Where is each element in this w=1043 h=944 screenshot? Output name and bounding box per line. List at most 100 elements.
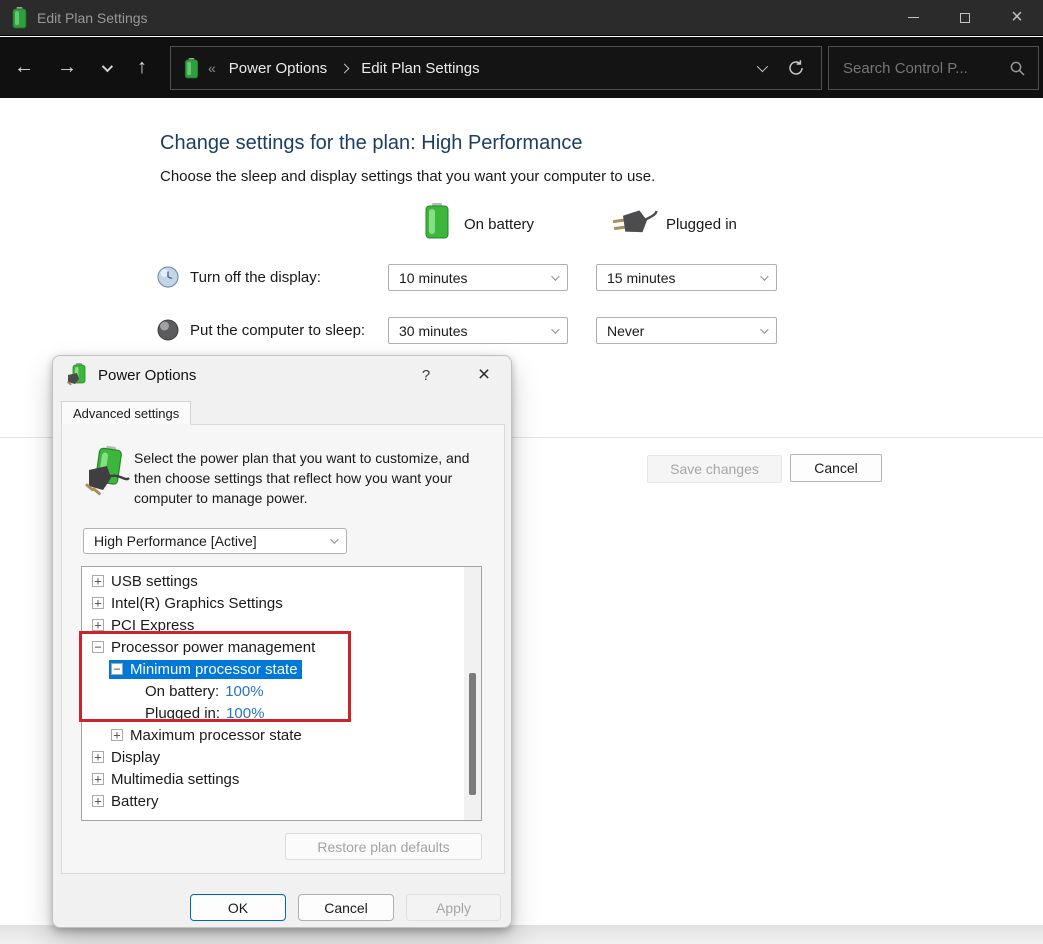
tree-item-label: USB settings xyxy=(111,573,198,590)
minimize-icon xyxy=(908,17,919,18)
sleep-label: Put the computer to sleep: xyxy=(190,322,365,339)
page-title: Change settings for the plan: High Perfo… xyxy=(160,132,582,155)
on-battery-icon xyxy=(425,203,449,239)
recent-locations-button[interactable] xyxy=(94,37,118,98)
tree-item-label: Maximum processor state xyxy=(130,727,302,744)
display-plugged-in-value: 15 minutes xyxy=(607,270,675,286)
breadcrumb-edit-plan-settings[interactable]: Edit Plan Settings xyxy=(361,60,479,77)
plugged-in-icon xyxy=(611,205,660,239)
settings-tree[interactable]: + USB settings +Intel(R) Graphics Settings… xyxy=(81,566,482,821)
tree-item[interactable]: On battery: 100% xyxy=(82,680,481,702)
breadcrumb-separator-icon xyxy=(340,63,350,73)
maximize-button[interactable] xyxy=(939,0,991,35)
tab-advanced-settings[interactable]: Advanced settings xyxy=(61,401,191,425)
ok-button[interactable]: OK xyxy=(190,894,286,921)
tree-item[interactable]: −Minimum processor state xyxy=(82,658,481,680)
chevron-down-icon xyxy=(757,61,768,72)
back-button[interactable]: ← xyxy=(10,37,38,98)
up-icon: ↑ xyxy=(137,56,147,79)
tree-item[interactable]: + Display xyxy=(82,746,481,768)
tree-item[interactable]: + Maximum processor state xyxy=(82,724,481,746)
save-changes-button[interactable]: Save changes xyxy=(647,455,782,483)
up-button[interactable]: ↑ xyxy=(128,37,156,98)
expand-icon[interactable]: + xyxy=(92,575,104,587)
tree-item-value[interactable]: 100% xyxy=(226,705,264,722)
close-icon: × xyxy=(1011,7,1023,27)
tree-item-label: Battery xyxy=(111,793,159,810)
sleep-plugged-in-value: Never xyxy=(607,323,644,339)
battery-icon xyxy=(184,58,199,79)
help-button[interactable]: ? xyxy=(411,356,441,394)
display-icon xyxy=(156,265,180,289)
expand-icon[interactable]: + xyxy=(92,619,104,631)
sleep-on-battery-value: 30 minutes xyxy=(399,323,467,339)
close-button[interactable]: × xyxy=(991,0,1043,35)
tree-item-label: Display xyxy=(111,749,160,766)
dialog-close-button[interactable]: × xyxy=(467,356,501,394)
display-plugged-in-select[interactable]: 15 minutes xyxy=(596,264,777,291)
apply-button[interactable]: Apply xyxy=(406,894,501,921)
tree-item-value[interactable]: 100% xyxy=(225,683,263,700)
address-bar[interactable]: « Power Options Edit Plan Settings xyxy=(170,46,822,90)
breadcrumb-power-options[interactable]: Power Options xyxy=(229,60,327,77)
sleep-icon xyxy=(156,318,180,342)
power-plan-select[interactable]: High Performance [Active] xyxy=(83,528,347,554)
tree-item[interactable]: +Intel(R) Graphics Settings xyxy=(82,592,481,614)
plugged-in-column-header: Plugged in xyxy=(666,216,737,233)
power-options-dialog: Power Options ? × Advanced settings Sele… xyxy=(52,355,512,928)
tree-scrollbar[interactable] xyxy=(464,567,481,820)
battery-icon xyxy=(12,7,27,29)
chevron-down-icon xyxy=(760,272,768,280)
tree-item-label: On battery: xyxy=(145,683,219,700)
chevron-down-icon xyxy=(102,60,113,71)
expand-icon[interactable]: + xyxy=(92,751,104,763)
power-options-icon xyxy=(67,363,89,387)
tree-item[interactable]: + Multimedia settings xyxy=(82,768,481,790)
tree-item[interactable]: Plugged in:100% xyxy=(82,702,481,724)
refresh-button[interactable] xyxy=(787,59,805,77)
chevron-down-icon xyxy=(760,325,768,333)
display-on-battery-select[interactable]: 10 minutes xyxy=(388,264,568,291)
tree-item[interactable]: + Battery xyxy=(82,790,481,812)
tree-scrollbar-thumb[interactable] xyxy=(469,673,476,795)
address-dropdown-button[interactable] xyxy=(757,59,765,77)
tree-item-label: PCI Express xyxy=(111,617,194,634)
power-plan-value: High Performance [Active] xyxy=(94,533,257,549)
tree-item[interactable]: + USB settings xyxy=(82,570,481,592)
chevron-down-icon xyxy=(330,535,338,543)
dialog-title: Power Options xyxy=(98,367,196,384)
sleep-plugged-in-select[interactable]: Never xyxy=(596,317,777,344)
search-box[interactable] xyxy=(828,46,1039,90)
on-battery-column-header: On battery xyxy=(464,216,534,233)
tree-item-label: Multimedia settings xyxy=(111,771,239,788)
tree-item[interactable]: + PCI Express xyxy=(82,614,481,636)
cancel-button[interactable]: Cancel xyxy=(790,454,882,482)
dialog-titlebar: Power Options xyxy=(53,356,511,394)
breadcrumb-overflow-icon[interactable]: « xyxy=(208,60,216,76)
tree-item-label: Processor power management xyxy=(111,639,315,656)
window-title: Edit Plan Settings xyxy=(37,10,148,26)
display-on-battery-value: 10 minutes xyxy=(399,270,467,286)
dialog-cancel-button[interactable]: Cancel xyxy=(298,894,394,921)
search-icon[interactable] xyxy=(1009,60,1026,77)
forward-icon: → xyxy=(57,56,77,79)
tree-item[interactable]: −Processor power management xyxy=(82,636,481,658)
expand-icon[interactable]: + xyxy=(92,597,104,609)
dialog-description: Select the power plan that you want to c… xyxy=(134,448,479,508)
back-icon: ← xyxy=(14,56,34,79)
restore-plan-defaults-button[interactable]: Restore plan defaults xyxy=(285,833,482,860)
maximize-icon xyxy=(960,13,970,23)
expand-icon[interactable]: + xyxy=(111,729,123,741)
expand-icon[interactable]: + xyxy=(92,773,104,785)
collapse-icon[interactable]: − xyxy=(111,663,123,675)
chevron-down-icon xyxy=(551,272,559,280)
window-titlebar: Edit Plan Settings × xyxy=(0,0,1043,36)
tree-item-label: Minimum processor state xyxy=(130,661,298,678)
expand-icon[interactable]: + xyxy=(92,795,104,807)
collapse-icon[interactable]: − xyxy=(92,641,104,653)
search-input[interactable] xyxy=(829,60,1009,77)
sleep-on-battery-select[interactable]: 30 minutes xyxy=(388,317,568,344)
minimize-button[interactable] xyxy=(887,0,939,35)
chevron-down-icon xyxy=(551,325,559,333)
forward-button[interactable]: → xyxy=(53,37,81,98)
